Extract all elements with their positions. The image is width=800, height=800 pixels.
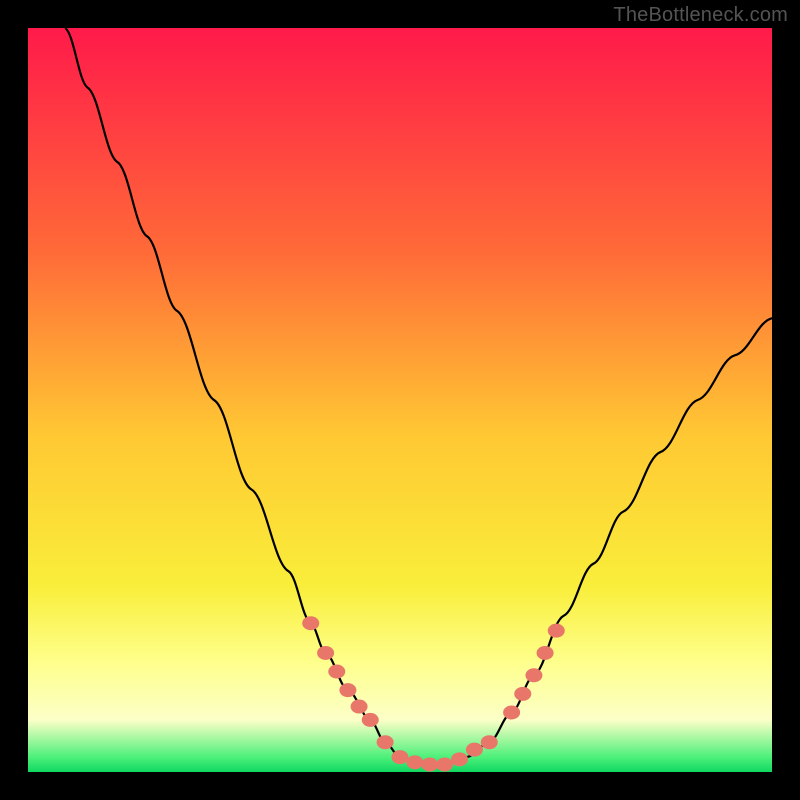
chart-container: TheBottleneck.com [0, 0, 800, 800]
highlight-marker [436, 758, 453, 772]
highlight-marker [317, 646, 334, 660]
highlight-marker [377, 735, 394, 749]
watermark-text: TheBottleneck.com [613, 4, 788, 27]
highlight-marker [421, 758, 438, 772]
highlight-marker [537, 646, 554, 660]
highlight-marker [351, 700, 368, 714]
highlight-marker [328, 665, 345, 679]
highlight-marker [503, 705, 520, 719]
highlight-marker [406, 755, 423, 769]
highlight-marker [466, 743, 483, 757]
bottleneck-chart [0, 0, 800, 800]
highlight-marker [548, 624, 565, 638]
highlight-marker [362, 713, 379, 727]
highlight-marker [451, 752, 468, 766]
plot-area [28, 28, 772, 772]
highlight-marker [302, 616, 319, 630]
highlight-marker [339, 683, 356, 697]
highlight-marker [514, 687, 531, 701]
highlight-marker [525, 668, 542, 682]
highlight-marker [481, 735, 498, 749]
highlight-marker [392, 750, 409, 764]
